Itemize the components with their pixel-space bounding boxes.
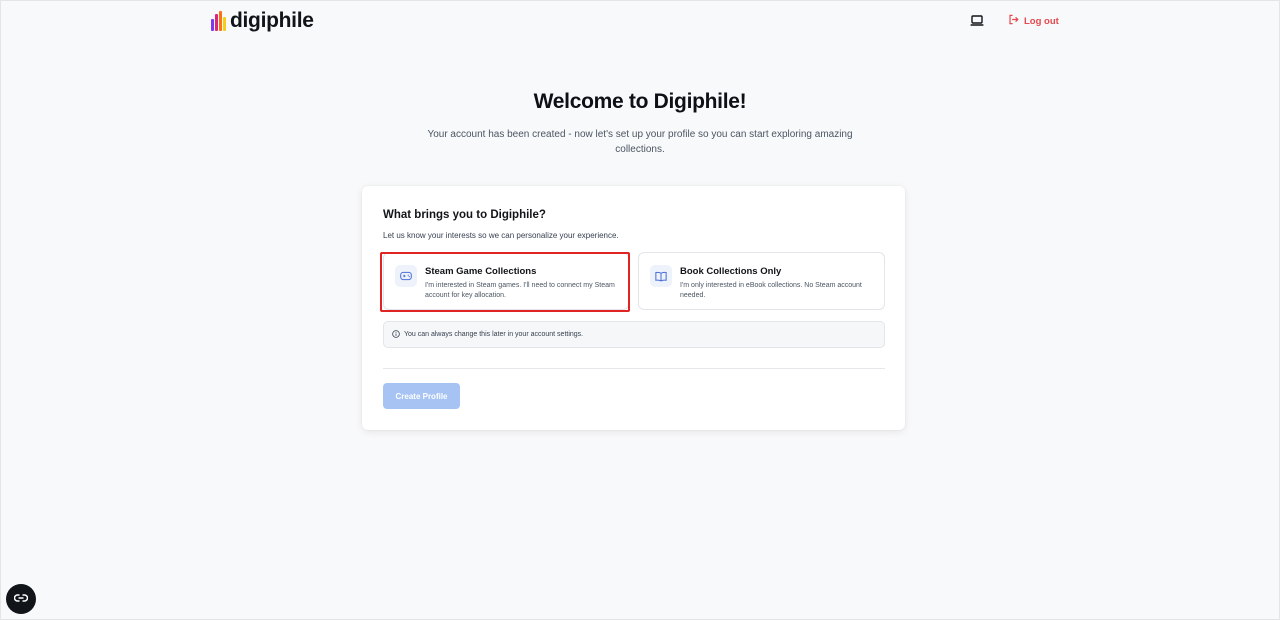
- divider: [383, 368, 885, 369]
- laptop-icon[interactable]: [968, 12, 986, 30]
- link-icon: [13, 590, 29, 608]
- card-subtitle: Let us know your interests so we can per…: [383, 231, 619, 240]
- option-title: Book Collections Only: [680, 266, 782, 277]
- option-title: Steam Game Collections: [425, 266, 537, 277]
- settings-note: You can always change this later in your…: [383, 321, 885, 348]
- logout-button[interactable]: Log out: [1008, 14, 1059, 28]
- floating-action-button[interactable]: [6, 584, 36, 614]
- info-icon: [392, 329, 400, 340]
- logo-mark-icon: [211, 11, 227, 31]
- top-bar: digiphile Log out: [0, 0, 1280, 44]
- option-steam-game-collections[interactable]: Steam Game Collections I'm interested in…: [383, 252, 629, 310]
- brand-name: digiphile: [230, 9, 314, 32]
- book-icon: [650, 265, 672, 287]
- profile-setup-card: What brings you to Digiphile? Let us kno…: [362, 186, 905, 430]
- logout-icon: [1008, 14, 1019, 28]
- option-description: I'm interested in Steam games. I'll need…: [425, 282, 615, 299]
- settings-note-text: You can always change this later in your…: [404, 331, 584, 338]
- header-actions: Log out: [968, 12, 1059, 30]
- gamepad-icon: [395, 265, 417, 287]
- page-subtitle: Your account has been created - now let'…: [427, 129, 853, 155]
- option-book-collections-only[interactable]: Book Collections Only I'm only intereste…: [638, 252, 885, 310]
- logout-label: Log out: [1024, 15, 1059, 27]
- card-title: What brings you to Digiphile?: [383, 209, 546, 221]
- page-title: Welcome to Digiphile!: [533, 90, 747, 113]
- create-profile-button[interactable]: Create Profile: [383, 383, 460, 409]
- brand-logo[interactable]: digiphile: [211, 9, 314, 33]
- option-description: I'm only interested in eBook collections…: [680, 282, 862, 299]
